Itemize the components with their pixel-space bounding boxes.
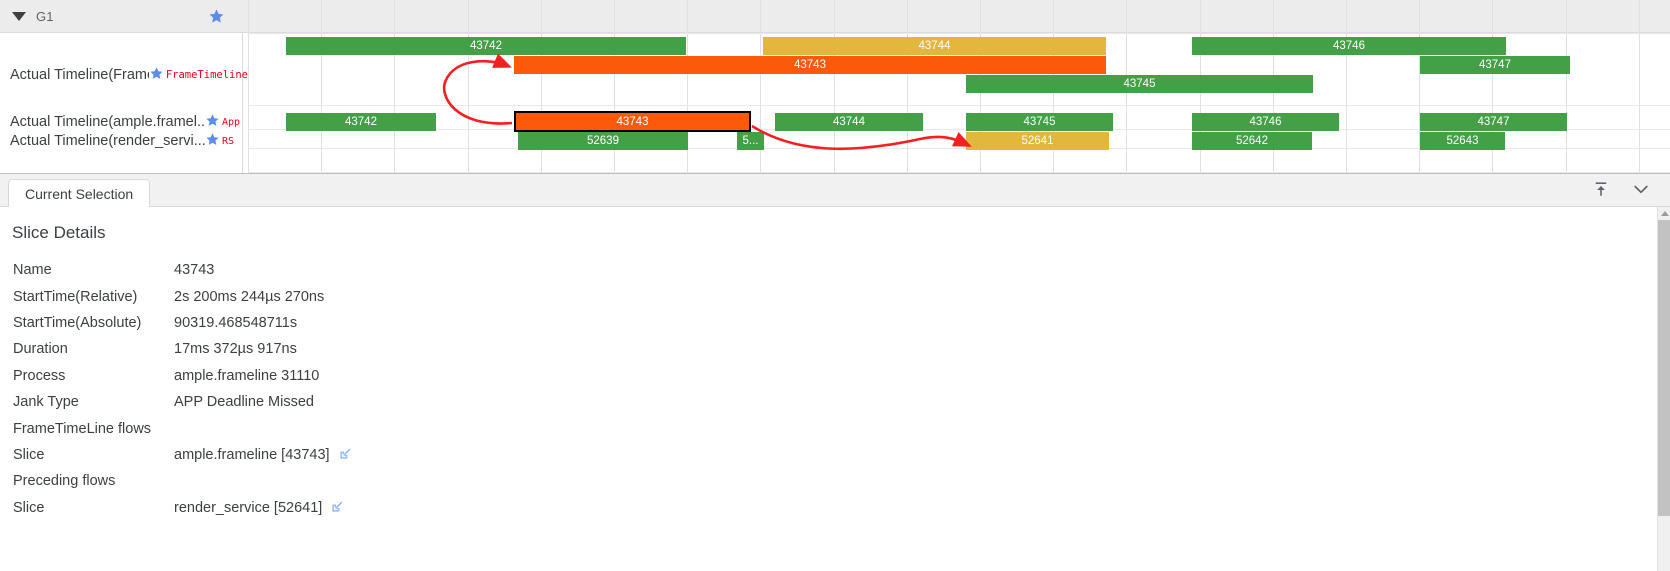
detail-row: Jank Type APP Deadline Missed [0,389,1657,415]
detail-key: FrameTimeLine flows [13,420,152,437]
timeline-panel[interactable]: 43742 43744 43746 43747 43743 43745 43742 43743… [0,0,1670,173]
details-panel: Current Selection Slice Details Name 437… [0,173,1670,571]
track-label: Actual Timeline(ample.framel... [10,114,205,130]
detail-key: Slice [13,499,45,516]
track-chip: App [222,116,241,128]
chevron-down-icon[interactable] [1630,178,1652,200]
details-body: Slice Details Name 43743 StartTime(Relativ… [0,207,1657,571]
detail-value-text: ample.frameline 31110 [174,367,320,384]
detail-row: StartTime(Relative) 2s 200ms 244µs 270ns [0,283,1657,309]
timeline-slice[interactable]: 43745 [966,113,1113,131]
detail-value-text: 2s 200ms 244µs 270ns [174,288,325,305]
detail-key: Preceding flows [13,473,116,490]
timeline-slice[interactable]: 43742 [286,113,436,131]
triangle-up-icon[interactable] [1658,207,1670,220]
timeline-ruler [248,0,1670,33]
detail-row: Slice ample.frameline [43743] [0,442,1657,468]
details-tab-icons [1590,178,1652,200]
track-label: Actual Timeline(FrameTimeli... [10,67,149,83]
timeline-slice[interactable]: 52642 [1192,132,1312,150]
go-to-slice-icon[interactable] [330,499,345,516]
detail-row: Slice render_service [52641] [0,495,1657,521]
detail-key: Name [13,262,52,279]
timeline-slice[interactable]: 52643 [1420,132,1505,150]
detail-row: Name 43743 [0,257,1657,283]
detail-row: StartTime(Absolute) 90319.468548711s [0,310,1657,336]
timeline-slice[interactable]: 43742 [286,37,686,55]
detail-row: Duration 17ms 372µs 917ns [0,336,1657,362]
star-icon[interactable] [208,8,225,30]
row-divider [248,105,1670,106]
detail-key: StartTime(Relative) [13,288,138,305]
detail-key: Slice [13,446,45,463]
detail-value-text: render_service [52641] [174,499,323,516]
group-header-g1[interactable]: G1 [0,0,248,33]
timeline-slice[interactable]: 43746 [1192,113,1339,131]
detail-row: Preceding flows [0,468,1657,494]
detail-value: 17ms 372µs 917ns [174,341,297,357]
timeline-slice[interactable]: 5... [737,132,764,150]
track-row-render-service[interactable]: Actual Timeline(render_servi... RS [0,129,248,153]
timeline-slice[interactable]: 43744 [763,37,1106,55]
detail-key: Jank Type [13,394,79,411]
star-icon[interactable] [205,132,220,150]
group-title: G1 [36,8,54,24]
detail-key: Duration [13,341,68,358]
timeline-slice[interactable]: 43747 [1420,113,1567,131]
star-icon[interactable] [149,66,164,84]
detail-key: StartTime(Absolute) [13,314,142,331]
timeline-slice[interactable]: 52639 [518,132,688,150]
row-divider [248,33,1670,34]
detail-value: ample.frameline 31110 [174,368,319,384]
detail-value: 90319.468548711s [174,315,297,331]
track-chip: FrameTimeline [165,69,248,81]
detail-value-text: ample.frameline [43743] [174,446,330,463]
timeline-slice[interactable]: 43746 [1192,37,1506,55]
track-chip: RS [222,135,235,147]
detail-row: Process ample.frameline 31110 [0,363,1657,389]
timeline-slice[interactable]: 43743 [514,56,1106,74]
caret-down-icon[interactable] [12,11,26,21]
detail-value-text: 43743 [174,262,215,279]
detail-value: 2s 200ms 244µs 270ns [174,289,324,305]
timeline-slice[interactable]: 43743 [514,111,751,132]
timeline-slice[interactable]: 43744 [775,113,923,131]
track-name-column: G1 Actual Timeline(FrameTimeli... FrameT… [0,0,248,173]
detail-key: Process [13,367,66,384]
timeline-tracks-canvas[interactable]: 43742 43744 43746 43747 43743 43745 43742 43743… [242,0,1670,173]
go-to-slice-icon[interactable] [338,446,353,463]
arrow-up-to-line-icon[interactable] [1590,178,1612,200]
detail-value-text: 17ms 372µs 917ns [174,341,297,358]
detail-value[interactable]: render_service [52641] [174,499,345,516]
scrollbar-thumb[interactable] [1658,220,1670,516]
timeline-slice[interactable]: 43745 [966,75,1313,93]
details-tabbar: Current Selection [0,174,1670,208]
track-label: Actual Timeline(render_servi... [10,133,205,149]
detail-value-text: APP Deadline Missed [174,394,314,411]
detail-value-text: 90319.468548711s [174,314,298,331]
detail-value: 43743 [174,262,214,278]
slice-details-title: Slice Details [12,223,106,242]
detail-value: APP Deadline Missed [174,394,314,410]
tab-current-selection[interactable]: Current Selection [8,179,151,208]
track-row-frametimeline[interactable]: Actual Timeline(FrameTimeli... FrameTime… [0,63,248,87]
detail-value[interactable]: ample.frameline [43743] [174,446,353,463]
slice-details-table: Name 43743 StartTime(Relative) 2s 200ms 244… [0,257,1657,521]
detail-row: FrameTimeLine flows [0,415,1657,441]
details-vertical-scrollbar[interactable] [1657,207,1670,571]
timeline-slice[interactable]: 52641 [966,132,1109,150]
timeline-slice[interactable]: 43747 [1420,56,1570,74]
